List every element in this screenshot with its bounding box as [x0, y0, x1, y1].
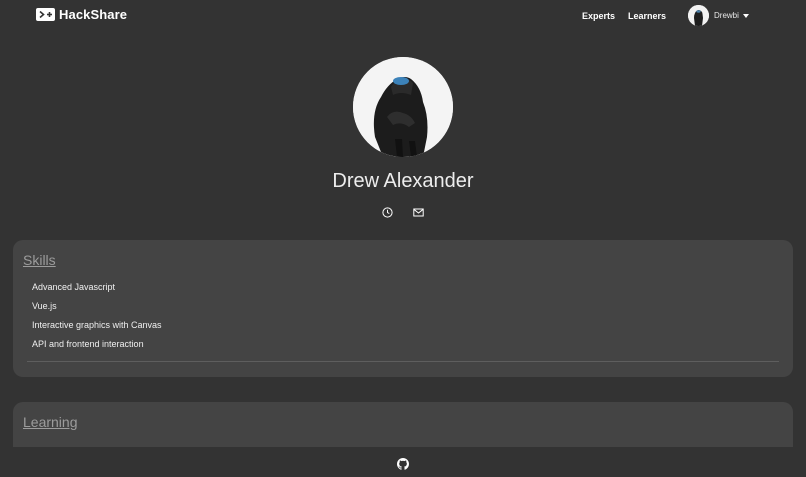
skill-item: API and frontend interaction — [32, 339, 144, 349]
brand-name: HackShare — [59, 7, 128, 22]
github-icon[interactable] — [397, 457, 409, 470]
skills-card: Skills Advanced Javascript Vue.js Intera… — [13, 240, 793, 377]
terminal-logo-icon — [36, 8, 55, 21]
skills-list: Advanced Javascript Vue.js Interactive g… — [32, 281, 162, 357]
learning-title[interactable]: Learning — [23, 414, 78, 430]
skill-item: Advanced Javascript — [32, 282, 116, 292]
skill-item: Vue.js — [32, 301, 57, 311]
caret-down-icon — [742, 13, 749, 18]
user-avatar — [688, 5, 709, 26]
divider — [27, 361, 779, 362]
profile-avatar — [353, 57, 453, 157]
skills-title[interactable]: Skills — [23, 252, 56, 268]
profile-name: Drew Alexander — [332, 170, 474, 192]
skill-item: Interactive graphics with Canvas — [32, 320, 162, 330]
footer — [0, 447, 806, 477]
nav-link-experts[interactable]: Experts — [582, 11, 615, 21]
brand-link[interactable]: HackShare — [36, 7, 127, 22]
mail-icon[interactable] — [413, 205, 424, 217]
user-name: Drewbi — [714, 11, 739, 20]
clock-icon[interactable] — [382, 205, 393, 218]
navbar: HackShare Experts Learners Drewbi — [0, 0, 806, 32]
nav-link-learners[interactable]: Learners — [628, 11, 666, 21]
user-menu[interactable]: Drewbi — [688, 5, 749, 26]
